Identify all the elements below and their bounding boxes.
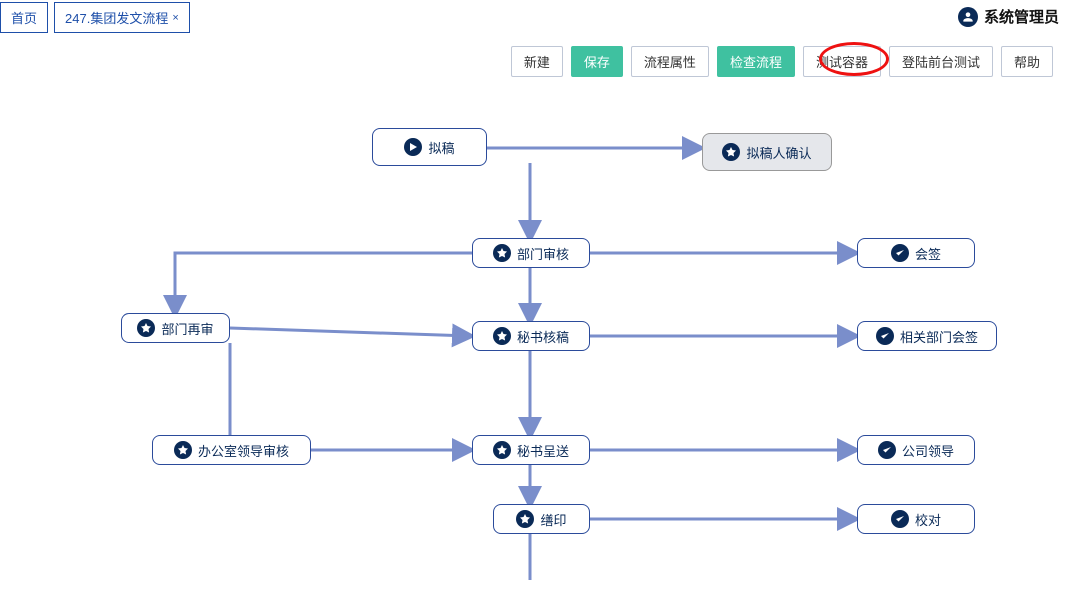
- close-icon[interactable]: ×: [172, 12, 178, 24]
- new-button[interactable]: 新建: [511, 46, 563, 77]
- play-icon: [404, 138, 422, 156]
- user-name: 系统管理员: [984, 6, 1059, 27]
- node-company-leader-label: 公司领导: [902, 441, 954, 460]
- tab-home[interactable]: 首页: [0, 2, 48, 33]
- star-icon: [722, 143, 740, 161]
- help-button[interactable]: 帮助: [1001, 46, 1053, 77]
- star-icon: [493, 244, 511, 262]
- star-icon: [493, 327, 511, 345]
- node-drafter-confirm[interactable]: 拟稿人确认: [702, 133, 832, 171]
- node-draft-label: 拟稿: [428, 138, 454, 157]
- node-proofread-label: 校对: [915, 510, 941, 529]
- node-dept-review[interactable]: 部门审核: [472, 238, 590, 268]
- node-dept-rereview[interactable]: 部门再审: [121, 313, 230, 343]
- star-icon: [174, 441, 192, 459]
- login-test-button[interactable]: 登陆前台测试: [889, 46, 993, 77]
- tab-strip: 首页 247.集团发文流程 ×: [0, 2, 190, 33]
- star-icon: [516, 510, 534, 528]
- node-proofread[interactable]: 校对: [857, 504, 975, 534]
- node-seal-label: 缮印: [540, 510, 566, 529]
- check-icon: [891, 510, 909, 528]
- node-company-leader[interactable]: 公司领导: [857, 435, 975, 465]
- save-button[interactable]: 保存: [571, 46, 623, 77]
- user-menu[interactable]: 系统管理员: [958, 2, 1059, 27]
- node-related-dept-sign[interactable]: 相关部门会签: [857, 321, 997, 351]
- node-secretary-check[interactable]: 秘书核稿: [472, 321, 590, 351]
- node-drafter-confirm-label: 拟稿人确认: [746, 143, 811, 162]
- node-office-leader-review[interactable]: 办公室领导审核: [152, 435, 311, 465]
- node-secretary-check-label: 秘书核稿: [517, 327, 569, 346]
- star-icon: [493, 441, 511, 459]
- check-icon: [891, 244, 909, 262]
- node-related-dept-sign-label: 相关部门会签: [900, 327, 978, 346]
- top-bar: 首页 247.集团发文流程 × 系统管理员: [0, 0, 1065, 34]
- node-seal[interactable]: 缮印: [493, 504, 590, 534]
- node-countersign[interactable]: 会签: [857, 238, 975, 268]
- test-container-button[interactable]: 测试容器: [803, 46, 881, 77]
- toolbar: 新建 保存 流程属性 检查流程 测试容器 登陆前台测试 帮助: [511, 46, 1053, 77]
- node-secretary-submit[interactable]: 秘书呈送: [472, 435, 590, 465]
- tab-home-label: 首页: [11, 8, 37, 27]
- check-icon: [878, 441, 896, 459]
- user-icon: [958, 7, 978, 27]
- flow-props-button[interactable]: 流程属性: [631, 46, 709, 77]
- node-secretary-submit-label: 秘书呈送: [517, 441, 569, 460]
- check-flow-button[interactable]: 检查流程: [717, 46, 795, 77]
- node-dept-rereview-label: 部门再审: [161, 319, 213, 338]
- tab-active-label: 247.集团发文流程: [65, 8, 168, 27]
- flow-canvas[interactable]: 拟稿 拟稿人确认 部门审核 会签 部门再审 秘书核稿 相关部门会签 办公室领导审…: [0, 90, 1065, 580]
- check-icon: [876, 327, 894, 345]
- tab-active[interactable]: 247.集团发文流程 ×: [54, 2, 190, 33]
- star-icon: [137, 319, 155, 337]
- node-office-leader-review-label: 办公室领导审核: [198, 441, 289, 460]
- node-dept-review-label: 部门审核: [517, 244, 569, 263]
- node-countersign-label: 会签: [915, 244, 941, 263]
- node-draft[interactable]: 拟稿: [372, 128, 487, 166]
